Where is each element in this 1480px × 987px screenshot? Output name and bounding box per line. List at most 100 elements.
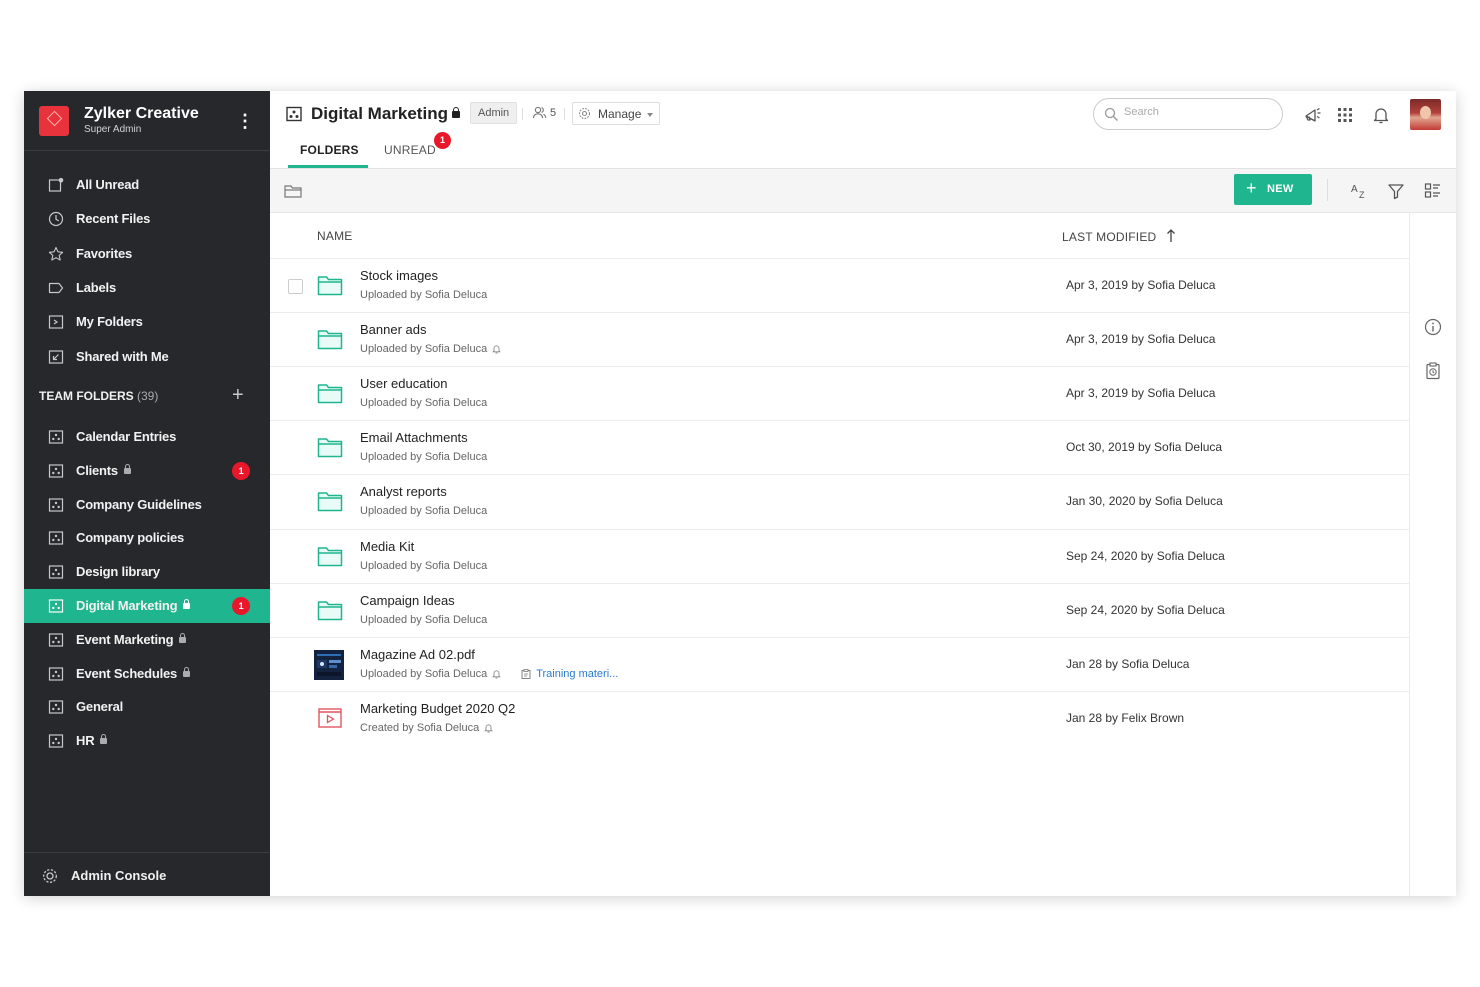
team-folder-icon bbox=[286, 106, 302, 122]
bell-icon[interactable] bbox=[492, 669, 502, 679]
sidebar-item-label: Recent Files bbox=[76, 211, 151, 227]
sidebar-item-my-folders[interactable]: My Folders bbox=[24, 305, 270, 339]
team-folder-digital-marketing[interactable]: Digital Marketing 1 bbox=[24, 589, 270, 623]
team-folder-company-policies[interactable]: Company policies bbox=[24, 521, 270, 555]
file-name[interactable]: Campaign Ideas bbox=[360, 593, 455, 608]
user-avatar[interactable] bbox=[1410, 99, 1441, 130]
org-header: Zylker Creative Super Admin ⋮ bbox=[24, 91, 270, 151]
file-name[interactable]: Marketing Budget 2020 Q2 bbox=[360, 701, 515, 716]
team-folder-name: Event Schedules bbox=[76, 665, 178, 681]
row-checkbox[interactable] bbox=[288, 279, 303, 294]
file-row-email-attachments[interactable]: Email Attachments Uploaded by Sofia Deluc… bbox=[270, 420, 1410, 474]
lock-icon bbox=[183, 666, 191, 677]
unread-badge: 1 bbox=[434, 132, 451, 149]
team-folder-hr[interactable]: HR bbox=[24, 724, 270, 758]
team-folder-icon bbox=[48, 699, 64, 715]
last-modified: Jan 30, 2020 by Sofia Deluca bbox=[1066, 494, 1223, 509]
gear-icon bbox=[43, 869, 57, 883]
file-row-media-kit[interactable]: Media Kit Uploaded by Sofia Deluca Sep 24,… bbox=[270, 528, 1410, 583]
announcement-icon[interactable] bbox=[1303, 105, 1323, 125]
sidebar-item-shared-with-me[interactable]: Shared with Me bbox=[24, 340, 270, 374]
add-team-folder-icon[interactable]: + bbox=[232, 385, 244, 405]
presentation-icon bbox=[317, 707, 343, 729]
sidebar-item-favorites[interactable]: Favorites bbox=[24, 237, 270, 271]
team-folder-label: Event Marketing bbox=[76, 631, 187, 647]
tab-unread[interactable]: UNREAD bbox=[384, 143, 436, 157]
team-folder-name: Digital Marketing bbox=[76, 598, 178, 613]
file-row-campaign-ideas[interactable]: Campaign Ideas Uploaded by Sofia Deluca Se… bbox=[270, 582, 1410, 637]
manage-dropdown[interactable]: Manage bbox=[572, 102, 660, 125]
team-folder-event-schedules[interactable]: Event Schedules bbox=[24, 657, 270, 691]
team-folder-label: General bbox=[76, 699, 123, 714]
filter-icon[interactable] bbox=[1386, 181, 1406, 201]
search-box[interactable] bbox=[1093, 98, 1283, 130]
folder-outline-icon[interactable] bbox=[284, 183, 302, 199]
more-options-icon[interactable]: ⋮ bbox=[236, 111, 254, 133]
label-tag[interactable]: Training materi... bbox=[521, 668, 618, 680]
team-folder-event-marketing[interactable]: Event Marketing bbox=[24, 623, 270, 657]
file-row-marketing-budget-2020-q2[interactable]: Marketing Budget 2020 Q2 Created by Sofia… bbox=[270, 690, 1410, 745]
file-subtitle: Uploaded by Sofia Deluca bbox=[360, 343, 502, 355]
column-header-last-modified[interactable]: LAST MODIFIED bbox=[1062, 229, 1176, 244]
file-name[interactable]: Email Attachments bbox=[360, 430, 468, 445]
bell-icon[interactable] bbox=[492, 344, 502, 354]
file-subtitle: Uploaded by Sofia Deluca bbox=[360, 451, 487, 463]
file-row-magazine-ad-02-pdf[interactable]: Magazine Ad 02.pdf Uploaded by Sofia Delu… bbox=[270, 636, 1410, 691]
column-header-name[interactable]: NAME bbox=[317, 229, 352, 243]
file-row-user-education[interactable]: User education Uploaded by Sofia Deluca Ap… bbox=[270, 366, 1410, 420]
file-name[interactable]: User education bbox=[360, 376, 447, 391]
star-icon bbox=[48, 246, 64, 262]
file-subtitle: Uploaded by Sofia Deluca bbox=[360, 505, 487, 517]
uploader-text: Uploaded by Sofia Deluca bbox=[360, 505, 488, 518]
view-toggle-icon[interactable] bbox=[1423, 181, 1443, 201]
notification-bell-icon[interactable] bbox=[1371, 105, 1391, 125]
search-input[interactable] bbox=[1124, 106, 1274, 118]
team-folder-label: Event Schedules bbox=[76, 665, 191, 681]
new-button-label: NEW bbox=[1267, 183, 1294, 195]
last-modified: Apr 3, 2019 by Sofia Deluca bbox=[1066, 386, 1216, 401]
team-folder-icon bbox=[48, 632, 64, 648]
info-icon[interactable] bbox=[1423, 317, 1443, 337]
divider bbox=[1327, 179, 1328, 201]
team-folder-general[interactable]: General bbox=[24, 690, 270, 724]
toolbar: + NEW AZ bbox=[270, 169, 1456, 213]
sidebar-item-label: Shared with Me bbox=[76, 348, 169, 364]
team-folder-label: Company policies bbox=[76, 530, 184, 545]
file-name[interactable]: Stock images bbox=[360, 268, 438, 283]
org-logo bbox=[39, 106, 69, 136]
sort-az-icon[interactable]: AZ bbox=[1349, 181, 1369, 201]
activity-log-icon[interactable] bbox=[1423, 361, 1443, 381]
team-folder-calendar-entries[interactable]: Calendar Entries bbox=[24, 420, 270, 454]
file-subtitle: Uploaded by Sofia Deluca bbox=[360, 289, 487, 301]
file-row-analyst-reports[interactable]: Analyst reports Uploaded by Sofia Deluca J… bbox=[270, 474, 1410, 528]
apps-grid-icon[interactable] bbox=[1335, 105, 1355, 125]
sidebar-item-recent-files[interactable]: Recent Files bbox=[24, 202, 270, 236]
file-subtitle: Uploaded by Sofia Deluca bbox=[360, 560, 487, 572]
file-subtitle: Created by Sofia Deluca bbox=[360, 722, 494, 734]
team-folder-icon bbox=[48, 598, 64, 614]
file-name[interactable]: Magazine Ad 02.pdf bbox=[360, 647, 475, 662]
uploader-text: Uploaded by Sofia Deluca bbox=[360, 559, 488, 572]
plus-icon: + bbox=[1246, 178, 1257, 198]
members-button[interactable]: 5 bbox=[532, 106, 556, 119]
team-folder-design-library[interactable]: Design library bbox=[24, 555, 270, 589]
file-row-banner-ads[interactable]: Banner ads Uploaded by Sofia Deluca Apr 3,… bbox=[270, 312, 1410, 366]
tab-folders[interactable]: FOLDERS bbox=[300, 143, 359, 157]
team-folder-company-guidelines[interactable]: Company Guidelines bbox=[24, 488, 270, 522]
file-name[interactable]: Analyst reports bbox=[360, 484, 447, 499]
bell-icon[interactable] bbox=[484, 723, 494, 733]
admin-console-link[interactable]: Admin Console bbox=[24, 852, 270, 896]
file-row-stock-images[interactable]: Stock images Uploaded by Sofia Deluca Apr … bbox=[270, 258, 1410, 312]
sidebar-item-all-unread[interactable]: All Unread bbox=[24, 168, 270, 202]
team-folder-name: Event Marketing bbox=[76, 631, 174, 647]
uploader-text: Uploaded by Sofia Deluca bbox=[360, 613, 488, 626]
team-folder-label: Digital Marketing bbox=[76, 598, 191, 613]
sidebar-item-labels[interactable]: Labels bbox=[24, 271, 270, 305]
new-button[interactable]: + NEW bbox=[1234, 174, 1312, 205]
uploader-text: Uploaded by Sofia Deluca bbox=[360, 451, 488, 464]
file-name[interactable]: Media Kit bbox=[360, 539, 414, 554]
team-folder-clients[interactable]: Clients 1 bbox=[24, 454, 270, 488]
team-folder-name: Design library bbox=[76, 564, 160, 580]
unread-icon bbox=[48, 177, 64, 193]
file-name[interactable]: Banner ads bbox=[360, 322, 427, 337]
